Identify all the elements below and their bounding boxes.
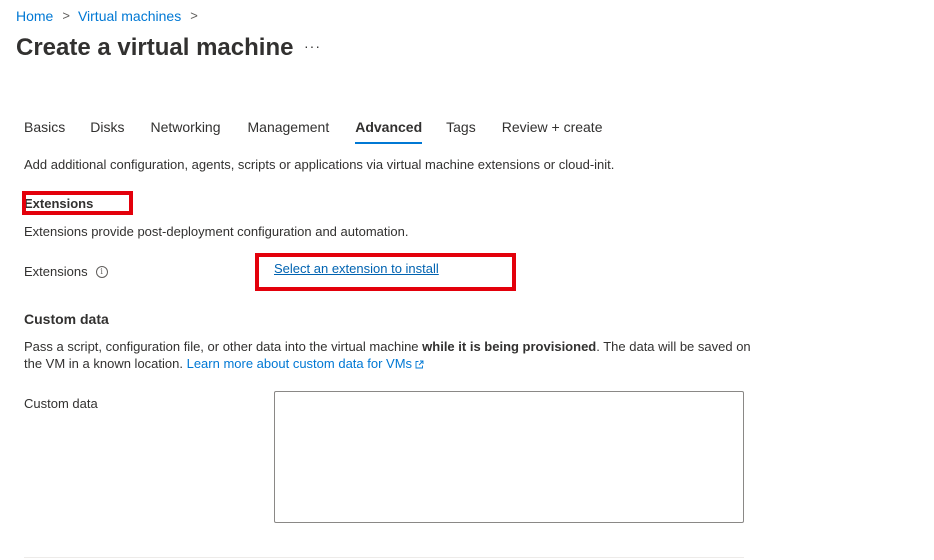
tab-basics[interactable]: Basics bbox=[24, 118, 65, 142]
custom-data-description-pre: Pass a script, configuration file, or ot… bbox=[24, 339, 423, 354]
tab-review-create[interactable]: Review + create bbox=[502, 118, 603, 142]
tab-list: Basics Disks Networking Management Advan… bbox=[24, 118, 603, 144]
tab-networking[interactable]: Networking bbox=[150, 118, 220, 142]
section-divider bbox=[24, 557, 744, 558]
advanced-intro-text: Add additional configuration, agents, sc… bbox=[24, 157, 615, 172]
breadcrumb-home[interactable]: Home bbox=[16, 7, 53, 25]
custom-data-label: Custom data bbox=[24, 396, 98, 411]
tab-advanced[interactable]: Advanced bbox=[355, 118, 422, 144]
custom-data-description-bold: while it is being provisioned bbox=[422, 339, 597, 354]
breadcrumb: Home > Virtual machines > bbox=[16, 7, 206, 25]
external-link-icon bbox=[415, 360, 424, 369]
learn-more-custom-data-link[interactable]: Learn more about custom data for VMs bbox=[187, 356, 424, 371]
extensions-field-label: Extensions i bbox=[24, 263, 108, 281]
custom-data-heading: Custom data bbox=[24, 311, 109, 327]
extensions-heading: Extensions bbox=[24, 196, 94, 211]
custom-data-textarea[interactable] bbox=[274, 391, 744, 523]
chevron-right-icon: > bbox=[190, 8, 198, 23]
tab-tags[interactable]: Tags bbox=[446, 118, 476, 142]
page-title: Create a virtual machine bbox=[16, 34, 294, 61]
chevron-right-icon: > bbox=[62, 8, 70, 23]
extensions-label: Extensions bbox=[24, 264, 88, 279]
tab-disks[interactable]: Disks bbox=[90, 118, 124, 142]
extensions-description: Extensions provide post-deployment confi… bbox=[24, 224, 409, 239]
more-options-button[interactable]: ··· bbox=[304, 36, 321, 56]
breadcrumb-virtual-machines[interactable]: Virtual machines bbox=[78, 7, 181, 25]
custom-data-description: Pass a script, configuration file, or ot… bbox=[24, 338, 754, 372]
select-extension-link[interactable]: Select an extension to install bbox=[274, 260, 439, 278]
info-icon[interactable]: i bbox=[95, 266, 108, 278]
learn-more-label: Learn more about custom data for VMs bbox=[186, 356, 413, 371]
tab-management[interactable]: Management bbox=[248, 118, 330, 142]
